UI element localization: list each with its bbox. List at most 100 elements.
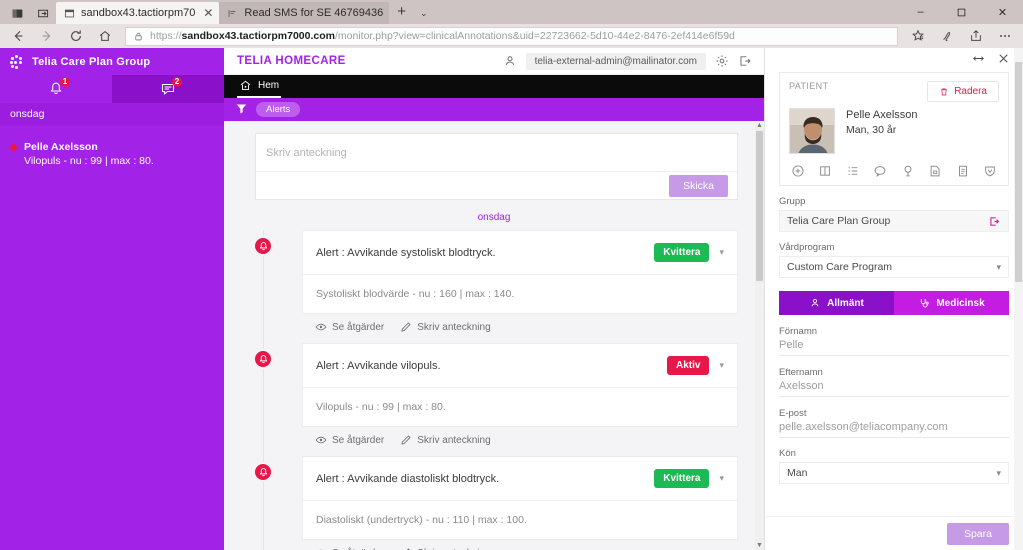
save-button[interactable]: Spara xyxy=(946,522,1009,545)
alert-footer-actions: Se åtgärder Skriv anteckning xyxy=(302,540,738,550)
more-options-icon[interactable] xyxy=(991,25,1019,47)
alert-card-header: Alert : Avvikande diastoliskt blodtryck.… xyxy=(303,457,737,501)
chevron-down-icon[interactable]: ▾ xyxy=(996,468,1001,479)
list-icon[interactable] xyxy=(846,164,860,178)
gender-select[interactable]: Man ▾ xyxy=(779,462,1009,484)
browser-tab-title: sandbox43.tactiorpm70 xyxy=(81,7,196,19)
patient-section-label: PATIENT xyxy=(789,81,829,91)
home-icon[interactable] xyxy=(91,25,119,47)
tab-preview-icon[interactable] xyxy=(4,2,30,24)
status-badge[interactable]: Kvittera xyxy=(654,469,710,488)
chevron-down-icon[interactable]: ▾ xyxy=(715,245,728,260)
stethoscope-icon xyxy=(921,298,929,308)
sidebar-item-label: Pelle Axelsson xyxy=(24,141,98,153)
left-sidebar: Telia Care Plan Group 1 2 onsdag Pelle A… xyxy=(0,48,224,550)
window-close-button[interactable]: ✕ xyxy=(982,0,1023,24)
gear-icon[interactable] xyxy=(715,54,729,68)
tab-favicon xyxy=(64,9,75,17)
url-path: /monitor.php?view=clinicalAnnotations&ui… xyxy=(335,30,735,42)
feed-scrollbar[interactable]: ▲ ▼ xyxy=(755,121,764,550)
filter-chip-alerts[interactable]: Alerts xyxy=(256,102,301,117)
award-icon[interactable] xyxy=(901,164,915,178)
sidebar-alert-list: Pelle Axelsson Vilopuls - nu : 99 | max … xyxy=(0,126,224,550)
sidebar-tab-alerts[interactable]: 1 xyxy=(0,75,112,103)
status-badge[interactable]: Kvittera xyxy=(654,243,710,262)
sidebar-brand[interactable]: Telia Care Plan Group xyxy=(0,48,224,75)
list-item[interactable]: Pelle Axelsson Vilopuls - nu : 99 | max … xyxy=(0,136,224,174)
status-badge[interactable]: Aktiv xyxy=(667,356,710,375)
window-minimize-button[interactable]: – xyxy=(900,0,941,24)
browser-tab-title: Read SMS for SE 46769436 xyxy=(244,7,384,19)
patient-panel-scrollbar-thumb[interactable] xyxy=(1015,62,1022,282)
close-icon[interactable] xyxy=(997,52,1010,68)
alert-rail xyxy=(224,343,302,474)
view-actions-button[interactable]: Se åtgärder xyxy=(315,321,384,333)
care-program-select[interactable]: Custom Care Program ▾ xyxy=(779,256,1009,278)
tab-list-chevron-down-icon[interactable]: ⌄ xyxy=(414,2,434,24)
share-icon[interactable] xyxy=(962,25,990,47)
care-program-label: Vårdprogram xyxy=(779,242,835,253)
sidebar-item-text: Pelle Axelsson Vilopuls - nu : 99 | max … xyxy=(24,140,154,168)
scroll-up-icon[interactable]: ▲ xyxy=(755,121,764,130)
back-icon[interactable] xyxy=(4,25,32,47)
group-value-box[interactable]: Telia Care Plan Group xyxy=(779,210,1009,232)
person-icon[interactable] xyxy=(503,54,517,68)
alert-footer-actions: Se åtgärder Skriv anteckning xyxy=(302,427,738,446)
view-actions-button[interactable]: Se åtgärder xyxy=(315,434,384,446)
write-note-button[interactable]: Skriv anteckning xyxy=(400,434,491,446)
alerts-feed: Skriv anteckning Skicka onsdag Alert: A… xyxy=(224,121,764,550)
account-email[interactable]: telia-external-admin@mailinator.com xyxy=(525,52,706,70)
eye-icon xyxy=(315,436,327,444)
notes-pen-icon[interactable] xyxy=(933,25,961,47)
forward-icon[interactable] xyxy=(33,25,61,47)
patient-identity: Pelle Axelsson Man, 30 år xyxy=(789,108,999,154)
new-tab-button[interactable]: + xyxy=(389,2,414,24)
firstname-input[interactable]: Pelle xyxy=(779,339,1009,356)
alert-card-wrap: Alert : Avvikande diastoliskt blodtryck.… xyxy=(302,456,738,550)
document-lock-icon[interactable] xyxy=(928,164,942,178)
alert-card-header: Alert : Avvikande systoliskt blodtryck. … xyxy=(303,231,737,275)
shield-icon[interactable] xyxy=(983,164,997,178)
browser-tab-0[interactable]: sandbox43.tactiorpm70 ✕ xyxy=(56,2,220,24)
gender-field: Kön Man ▾ xyxy=(779,448,1009,484)
sidebar-day-label: onsdag xyxy=(0,103,224,126)
reload-icon[interactable] xyxy=(62,25,90,47)
url-scheme: https:// xyxy=(150,30,182,42)
delete-patient-button[interactable]: Radera xyxy=(927,81,999,102)
patient-summary-card: PATIENT Radera Pelle Axelsson Man, 30 år xyxy=(779,72,1009,186)
patient-name: Pelle Axelsson xyxy=(846,109,918,121)
address-bar[interactable]: https://sandbox43.tactiorpm7000.com/moni… xyxy=(125,26,898,46)
tab-allmant[interactable]: Allmänt xyxy=(779,291,894,315)
set-tabs-aside-icon[interactable] xyxy=(30,2,56,24)
chevron-down-icon[interactable]: ▾ xyxy=(996,262,1001,273)
funnel-icon[interactable] xyxy=(235,102,248,118)
feed-day-divider: onsdag xyxy=(224,211,764,223)
send-note-button[interactable]: Skicka xyxy=(669,174,728,197)
alert-card: Alert : Avvikande systoliskt blodtryck. … xyxy=(302,230,738,314)
browser-tab-1[interactable]: Read SMS for SE 46769436 xyxy=(219,2,390,24)
lastname-input[interactable]: Axelsson xyxy=(779,380,1009,397)
leave-group-icon[interactable] xyxy=(988,215,1001,228)
chevron-down-icon[interactable]: ▾ xyxy=(715,358,728,373)
chevron-down-icon[interactable]: ▾ xyxy=(715,471,728,486)
favorites-star-icon[interactable] xyxy=(904,25,932,47)
scroll-down-icon[interactable]: ▼ xyxy=(755,541,764,550)
chat-icon[interactable] xyxy=(873,164,887,178)
tab-close-icon[interactable]: ✕ xyxy=(203,6,213,20)
group-value: Telia Care Plan Group xyxy=(787,215,891,227)
tab-medicinsk[interactable]: Medicinsk xyxy=(894,291,1009,315)
feed-scrollbar-thumb[interactable] xyxy=(756,131,763,281)
navbar-item-hem[interactable]: Hem xyxy=(237,75,282,98)
email-input[interactable]: pelle.axelsson@teliacompany.com xyxy=(779,421,1009,438)
document-icon[interactable] xyxy=(956,164,970,178)
book-icon[interactable] xyxy=(818,164,832,178)
alert-row: Alert : Avvikande vilopuls. Aktiv ▾ Vilo… xyxy=(224,343,764,474)
patient-panel-scrollbar[interactable] xyxy=(1014,48,1023,550)
sidebar-tab-messages[interactable]: 2 xyxy=(112,75,224,103)
expand-icon[interactable] xyxy=(972,52,985,68)
note-input[interactable]: Skriv anteckning xyxy=(256,134,737,171)
logout-icon[interactable] xyxy=(738,54,752,68)
window-maximize-button[interactable] xyxy=(941,0,982,24)
write-note-button[interactable]: Skriv anteckning xyxy=(400,321,491,333)
add-circle-icon[interactable] xyxy=(791,164,805,178)
